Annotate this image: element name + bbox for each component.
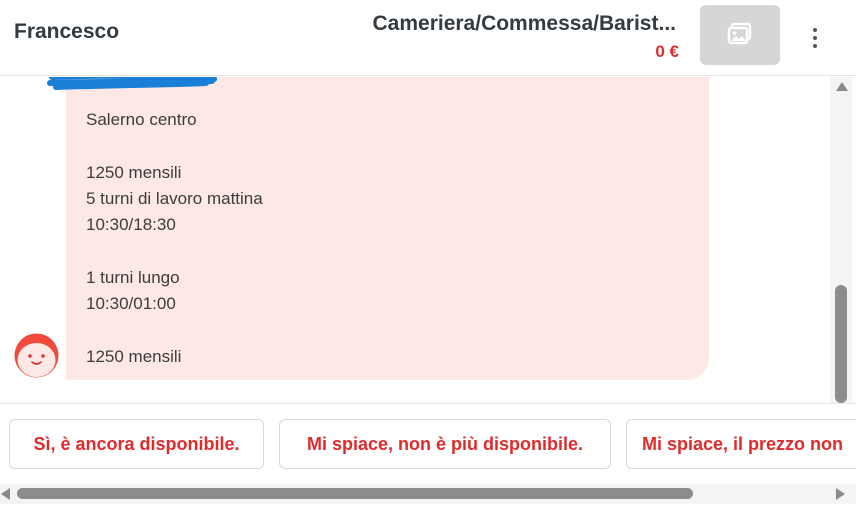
- listing-thumbnail[interactable]: [700, 5, 780, 65]
- message-line: 1 turni lungo: [86, 267, 180, 287]
- scroll-left-icon[interactable]: [1, 488, 10, 500]
- image-placeholder-icon: [727, 22, 752, 45]
- quick-reply-not-available[interactable]: Mi spiace, non è più disponibile.: [279, 419, 611, 469]
- message-line: 10:30/01:00: [86, 294, 176, 314]
- vertical-scroll-thumb[interactable]: [835, 285, 847, 403]
- horizontal-scroll-thumb[interactable]: [17, 488, 693, 499]
- quick-reply-still-available[interactable]: Sì, è ancora disponibile.: [9, 419, 264, 469]
- scroll-right-icon[interactable]: [836, 488, 845, 500]
- message-text: Salerno centro 1250 mensili 5 turni di l…: [86, 77, 263, 370]
- quick-reply-price[interactable]: Mi spiace, il prezzo non: [626, 419, 856, 469]
- message-line: 1250 mensili: [86, 162, 182, 182]
- scroll-up-icon[interactable]: [836, 82, 848, 91]
- message-line: 5 turni di lavoro mattina: [86, 188, 263, 208]
- contact-name[interactable]: Francesco: [14, 20, 119, 44]
- vertical-scrollbar[interactable]: [830, 77, 852, 403]
- message-line: [86, 317, 263, 343]
- message-line: [86, 133, 263, 159]
- more-options-button[interactable]: [800, 20, 830, 56]
- avatar-icon: [14, 333, 59, 378]
- message-line: Salerno centro: [86, 110, 197, 129]
- message-line: 1250 mensili: [86, 346, 182, 366]
- message-line: 10:30/18:30: [86, 215, 176, 235]
- more-vertical-icon: [813, 28, 817, 32]
- horizontal-scrollbar[interactable]: [0, 484, 856, 504]
- listing-title[interactable]: Cameriera/Commessa/Barist...: [373, 12, 677, 36]
- divider: [0, 403, 856, 404]
- listing-price: 0 €: [655, 42, 679, 61]
- message-list[interactable]: Salerno centro 1250 mensili 5 turni di l…: [0, 77, 830, 403]
- message-line: [86, 238, 263, 264]
- chat-header: Francesco Cameriera/Commessa/Barist... 0…: [0, 0, 856, 76]
- redaction-scribble: [47, 77, 217, 90]
